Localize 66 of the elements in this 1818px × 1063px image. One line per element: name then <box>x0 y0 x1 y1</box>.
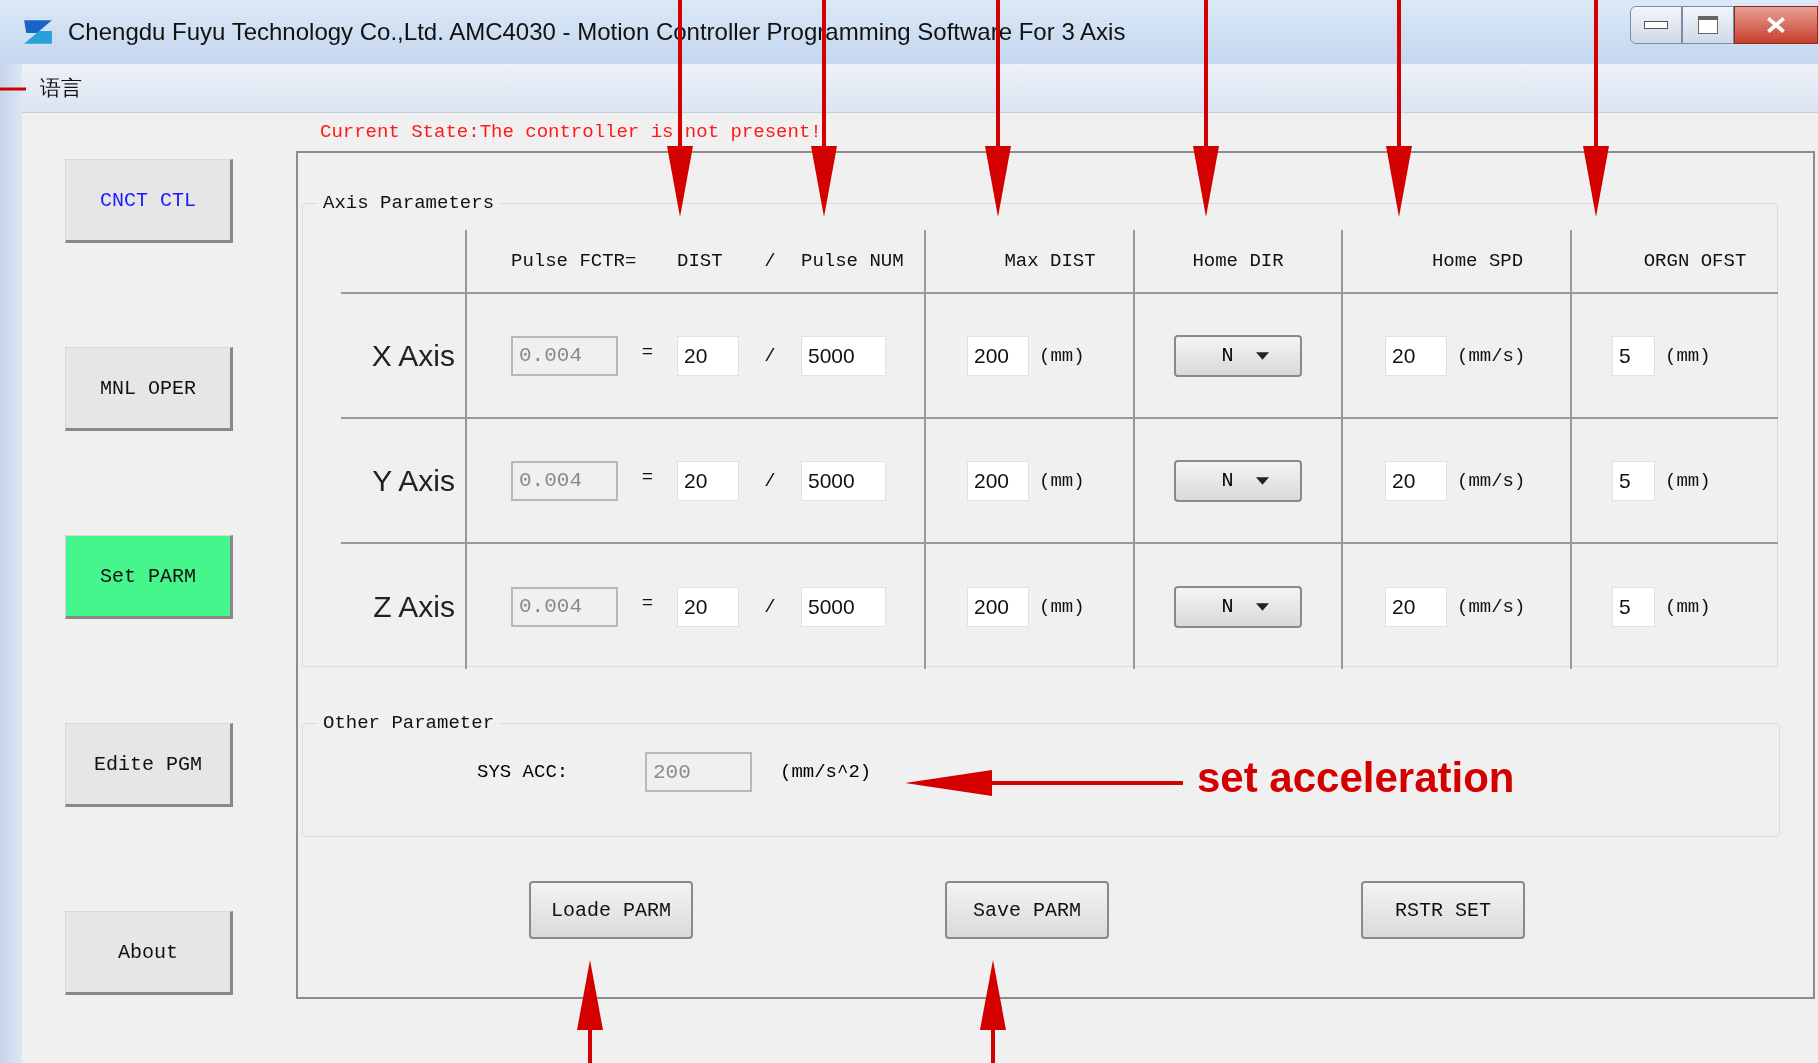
unit-label: (mm) <box>1665 469 1711 492</box>
unit-label: (mm/s^2) <box>780 761 872 783</box>
distance-field[interactable]: 20 <box>677 460 739 501</box>
column-header: Pulse NUM <box>801 250 905 272</box>
home-direction-dropdown[interactable]: N <box>1174 334 1302 377</box>
axis-label: Y Axis <box>372 463 455 498</box>
equals-sign: = <box>641 591 654 614</box>
equals-sign: = <box>641 465 654 488</box>
logo-icon <box>22 18 54 46</box>
unit-label: (mm) <box>1039 595 1085 618</box>
close-icon <box>1765 16 1787 34</box>
caret-icon <box>1255 602 1269 611</box>
unit-label: (mm) <box>1665 344 1711 367</box>
caret-icon <box>1255 476 1269 485</box>
column-header: / <box>764 250 776 272</box>
unit-label: (mm/s) <box>1457 344 1526 367</box>
max-distance-field[interactable]: 200 <box>967 460 1029 501</box>
column-header: Home SPD <box>1431 250 1524 272</box>
unit-label: (mm) <box>1039 344 1085 367</box>
status-message: Current State:The controller is not present! <box>319 120 823 145</box>
annotation-text: set acceleration <box>1197 754 1515 802</box>
action-button[interactable]: Save PARM <box>945 881 1109 939</box>
column-header: ORGN OFST <box>1643 250 1747 272</box>
unit-label: (mm/s) <box>1457 595 1526 618</box>
nav-button[interactable]: MNL OPER <box>65 347 233 431</box>
pulse-number-field[interactable]: 5000 <box>801 335 886 376</box>
equals-sign: = <box>641 340 654 363</box>
pulse-number-field[interactable]: 5000 <box>801 460 886 501</box>
menu-item[interactable]: 语言 <box>40 74 82 102</box>
distance-field[interactable]: 20 <box>677 335 739 376</box>
nav-button[interactable]: Edite PGM <box>65 723 233 807</box>
origin-offset-field[interactable]: 5 <box>1612 586 1655 627</box>
caret-icon <box>1255 351 1269 360</box>
field-label: SYS ACC: <box>477 761 570 783</box>
maximize-button[interactable] <box>1682 6 1734 44</box>
home-direction-dropdown[interactable]: N <box>1174 585 1302 628</box>
axis-label: Z Axis <box>373 589 455 624</box>
action-button[interactable]: RSTR SET <box>1361 881 1525 939</box>
unit-label: (mm) <box>1665 595 1711 618</box>
home-speed-field[interactable]: 20 <box>1385 586 1447 627</box>
nav-button[interactable]: About <box>65 911 233 995</box>
unit-label: (mm) <box>1039 469 1085 492</box>
max-distance-field[interactable]: 200 <box>967 335 1029 376</box>
max-distance-field[interactable]: 200 <box>967 586 1029 627</box>
origin-offset-field[interactable]: 5 <box>1612 460 1655 501</box>
action-button[interactable]: Loade PARM <box>529 881 693 939</box>
slash-sign: / <box>764 344 776 367</box>
origin-offset-field[interactable]: 5 <box>1612 335 1655 376</box>
unit-label: (mm/s) <box>1457 469 1526 492</box>
home-direction-dropdown[interactable]: N <box>1174 459 1302 502</box>
minimize-button[interactable] <box>1630 6 1682 44</box>
slash-sign: / <box>764 595 776 618</box>
home-speed-field[interactable]: 20 <box>1385 460 1447 501</box>
slash-sign: / <box>764 469 776 492</box>
nav-button[interactable]: Set PARM <box>65 535 233 619</box>
column-header: Pulse FCTR= <box>511 250 638 272</box>
column-header: Home DIR <box>1192 250 1284 272</box>
nav-button[interactable]: CNCT CTL <box>65 159 233 243</box>
leader-line <box>0 87 26 91</box>
pulse-number-field[interactable]: 5000 <box>801 586 886 627</box>
close-button[interactable] <box>1734 6 1818 44</box>
home-speed-field[interactable]: 20 <box>1385 335 1447 376</box>
distance-field[interactable]: 20 <box>677 586 739 627</box>
column-header: DIST <box>677 250 724 272</box>
axis-label: X Axis <box>371 338 455 373</box>
column-header: Max DIST <box>1004 250 1096 272</box>
